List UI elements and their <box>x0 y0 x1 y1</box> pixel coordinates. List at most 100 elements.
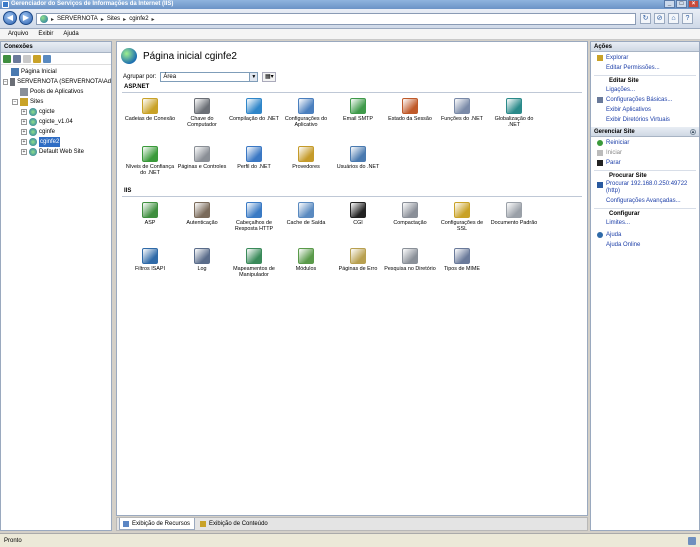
tree-item-site-cgicte[interactable]: + cgicte <box>3 107 111 117</box>
tree-item-sites[interactable]: − Sites <box>3 97 111 107</box>
feature-mime-types[interactable]: Tipos de MIME <box>436 248 488 272</box>
connect-globe-icon[interactable] <box>3 55 11 63</box>
feature-connection-strings[interactable]: Cadeias de Conexão <box>124 98 176 122</box>
feature-label: Páginas de Erro <box>338 266 378 272</box>
action-view-applications[interactable]: Exibir Aplicativos <box>594 105 696 115</box>
tree-item-site-default[interactable]: + Default Web Site <box>3 147 111 157</box>
action-stop[interactable]: Parar <box>594 158 696 168</box>
feature-label: Usuários do .NET <box>336 164 380 170</box>
home-icon[interactable]: ⌂ <box>668 13 679 24</box>
action-help[interactable]: Ajuda <box>594 230 696 240</box>
expand-icon[interactable]: + <box>21 129 27 135</box>
feature-modules[interactable]: Módulos <box>280 248 332 272</box>
group-by-label: Agrupar por: <box>123 74 157 80</box>
tree-item-home[interactable]: Página Inicial <box>3 67 111 77</box>
feature-app-settings[interactable]: Configurações do Aplicativo <box>280 98 332 128</box>
menu-ajuda[interactable]: Ajuda <box>58 29 83 39</box>
connect-server-icon[interactable] <box>43 55 51 63</box>
back-arrow-icon[interactable]: ◀ <box>3 11 17 25</box>
expand-icon[interactable]: + <box>21 139 27 145</box>
collapse-icon[interactable]: − <box>3 79 8 85</box>
breadcrumb-server[interactable]: SERVERNOTA <box>57 16 98 22</box>
feature-asp[interactable]: ASP <box>124 202 176 226</box>
refresh-icon[interactable]: ↻ <box>640 13 651 24</box>
feature-handler-mappings[interactable]: Mapeamentos de Manipulador <box>228 248 280 278</box>
feature-pages-controls[interactable]: Páginas e Controles <box>176 146 228 170</box>
action-limits[interactable]: Limites... <box>594 218 696 228</box>
action-explore[interactable]: Explorar <box>594 53 696 63</box>
tree-item-site-cginfe2[interactable]: + cginfe2 <box>3 137 111 147</box>
breadcrumb-sites[interactable]: Sites <box>107 16 120 22</box>
page-title: Página inicial cginfe2 <box>143 50 237 62</box>
action-browse-address[interactable]: Procurar 192.168.0.250:49722 (http) <box>594 180 696 196</box>
help-icon[interactable]: ? <box>682 13 693 24</box>
feature-net-globalization[interactable]: Globalização do .NET <box>488 98 540 128</box>
browse-icon <box>597 182 603 188</box>
breadcrumb-site[interactable]: cginfe2 <box>129 16 148 22</box>
feature-authentication[interactable]: Autenticação <box>176 202 228 226</box>
chevron-down-icon[interactable]: ▼ <box>249 73 258 81</box>
action-bindings[interactable]: Ligações... <box>594 85 696 95</box>
action-view-virtual-dirs[interactable]: Exibir Diretórios Virtuais <box>594 115 696 125</box>
address-breadcrumb[interactable]: ▸ SERVERNOTA ▸ Sites ▸ cginfe2 ▸ <box>36 13 636 25</box>
tree-item-site-cgicte-v104[interactable]: + cgicte_v1.04 <box>3 117 111 127</box>
action-restart[interactable]: Reiniciar <box>594 138 696 148</box>
feature-http-headers[interactable]: Cabeçalhos de Resposta HTTP <box>228 202 280 232</box>
site-globe-icon <box>29 128 37 136</box>
close-button[interactable]: × <box>688 0 699 8</box>
tree-item-site-cginfe[interactable]: + cginfe <box>3 127 111 137</box>
menu-exibir[interactable]: Exibir <box>33 29 58 39</box>
feature-label: Níveis de Confiança do .NET <box>125 164 175 177</box>
feature-compression[interactable]: Compactação <box>384 202 436 226</box>
action-basic-settings[interactable]: Configurações Básicas... <box>594 95 696 105</box>
feature-net-trust-levels[interactable]: Níveis de Confiança do .NET <box>124 146 176 176</box>
minimize-button[interactable]: _ <box>664 0 675 8</box>
feature-net-users[interactable]: Usuários do .NET <box>332 146 384 170</box>
folder-icon[interactable] <box>33 55 41 63</box>
error-pages-icon <box>350 248 366 264</box>
feature-session-state[interactable]: Estado da Sessão <box>384 98 436 122</box>
feature-providers[interactable]: Provedores <box>280 146 332 170</box>
ssl-lock-icon <box>454 202 470 218</box>
feature-cgi[interactable]: CGI <box>332 202 384 226</box>
save-icon[interactable] <box>13 55 21 63</box>
action-advanced-settings[interactable]: Configurações Avançadas... <box>594 196 696 206</box>
feature-error-pages[interactable]: Páginas de Erro <box>332 248 384 272</box>
tab-features-view[interactable]: Exibição de Recursos <box>119 518 196 530</box>
connections-toolbar <box>1 53 111 65</box>
status-bar: Pronto <box>0 533 700 547</box>
collapse-chevron-icon[interactable]: ▴ <box>690 129 696 135</box>
action-online-help[interactable]: Ajuda Online <box>594 240 696 250</box>
feature-ssl-lock[interactable]: Configurações de SSL <box>436 202 488 232</box>
tab-content-view[interactable]: Exibição de Conteúdo <box>197 518 272 530</box>
stop-square-icon <box>597 160 603 166</box>
feature-output-cache[interactable]: Cache de Saída <box>280 202 332 226</box>
collapse-icon[interactable]: − <box>12 99 18 105</box>
feature-isapi-filters[interactable]: Filtros ISAPI <box>124 248 176 272</box>
feature-directory-browsing[interactable]: Pesquisa no Diretório <box>384 248 436 272</box>
feature-net-profile[interactable]: Perfil do .NET <box>228 146 280 170</box>
isapi-filters-icon <box>142 248 158 264</box>
stop-icon[interactable]: ⊘ <box>654 13 665 24</box>
menu-arquivo[interactable]: Arquivo <box>3 29 33 39</box>
feature-net-roles[interactable]: Funções do .NET <box>436 98 488 122</box>
tree-item-server[interactable]: − SERVERNOTA (SERVERNOTA\Ad <box>3 77 111 87</box>
view-mode-icon[interactable]: ▦▾ <box>262 72 277 82</box>
maximize-button[interactable]: □ <box>676 0 687 8</box>
expand-icon[interactable]: + <box>21 149 27 155</box>
action-edit-permissions[interactable]: Editar Permissões... <box>594 63 696 73</box>
http-headers-icon <box>246 202 262 218</box>
expand-icon[interactable]: + <box>21 119 27 125</box>
net-globalization-icon <box>506 98 522 114</box>
feature-smtp-email[interactable]: Email SMTP <box>332 98 384 122</box>
feature-default-document[interactable]: Documento Padrão <box>488 202 540 226</box>
expand-icon[interactable]: + <box>21 109 27 115</box>
feature-log[interactable]: Log <box>176 248 228 272</box>
connection-strings-icon <box>142 98 158 114</box>
feature-net-compilation[interactable]: Compilação do .NET <box>228 98 280 122</box>
feature-label: Configurações do Aplicativo <box>284 116 328 129</box>
feature-machine-key[interactable]: Chave do Computador <box>176 98 228 128</box>
tree-item-app-pools[interactable]: Pools de Aplicativos <box>3 87 111 97</box>
group-by-select[interactable]: Área ▼ <box>160 72 259 82</box>
forward-arrow-icon[interactable]: ▶ <box>19 11 33 25</box>
